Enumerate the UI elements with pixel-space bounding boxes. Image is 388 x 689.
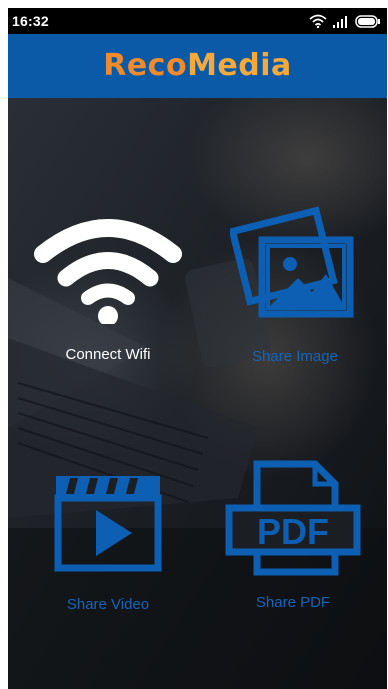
share-image-label: Share Image <box>252 348 338 365</box>
pdf-icon-text: PDF <box>257 511 329 552</box>
status-bar: 16:32 <box>8 8 387 34</box>
tile-share-video[interactable]: Share Video <box>18 470 198 613</box>
connect-wifi-label: Connect Wifi <box>65 346 151 363</box>
tile-share-pdf[interactable]: PDF Share PDF <box>203 460 383 611</box>
signal-icon <box>333 16 347 28</box>
main-content: Connect Wifi Share Image Share Video PDF… <box>8 98 387 689</box>
battery-icon <box>355 14 380 28</box>
wifi-icon <box>34 219 182 324</box>
app-title-part2: Media <box>187 48 292 83</box>
status-icons <box>309 12 381 30</box>
image-icon <box>230 206 354 318</box>
app-bar: RecoMedia <box>8 34 387 98</box>
status-time: 16:32 <box>12 13 49 29</box>
phone-screen: 16:32 RecoMedia Connect Wifi Share Image… <box>8 8 387 689</box>
share-pdf-label: Share PDF <box>255 594 331 611</box>
share-video-label: Share Video <box>66 596 150 613</box>
video-icon <box>54 476 162 572</box>
app-title-part1: Reco <box>103 48 188 83</box>
tile-connect-wifi[interactable]: Connect Wifi <box>18 216 198 363</box>
app-title: RecoMedia <box>103 48 292 83</box>
pdf-icon: PDF <box>225 460 361 576</box>
wifi-icon <box>309 14 327 28</box>
tile-share-image[interactable]: Share Image <box>205 206 385 365</box>
